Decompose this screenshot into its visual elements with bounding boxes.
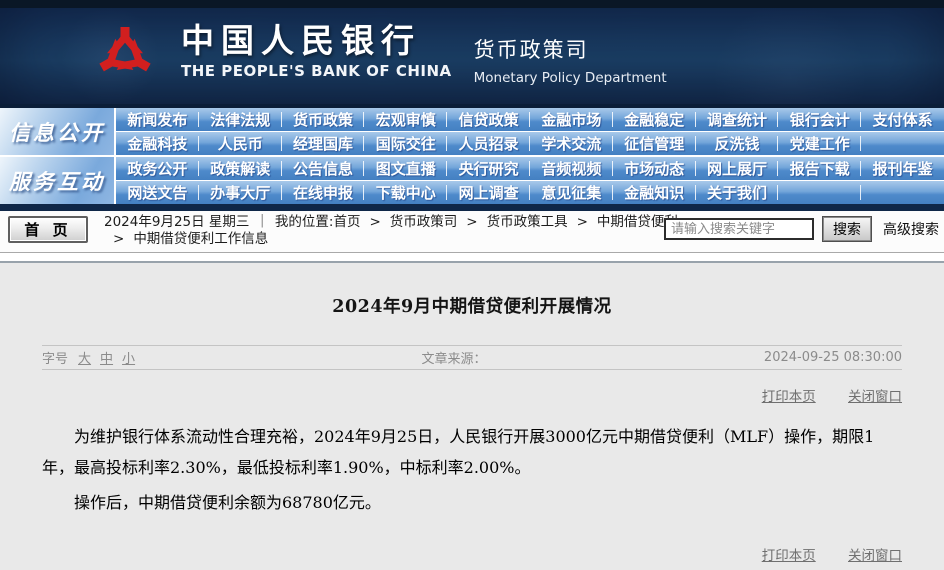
department-name-cn: 货币政策司 (474, 34, 667, 64)
article-actions-top: 打印本页 关闭窗口 (42, 385, 902, 402)
nav-item[interactable]: 音频视频 (530, 157, 613, 180)
nav-item[interactable]: 法律法规 (199, 108, 282, 131)
pboc-logo-icon (95, 22, 155, 86)
nav-item[interactable]: 报刊年鉴 (861, 157, 944, 180)
article-body: 为维护银行体系流动性合理充裕，2024年9月25日，人民银行开展3000亿元中期… (42, 421, 902, 518)
nav-item[interactable]: 货币政策 (282, 108, 365, 131)
breadcrumb-item[interactable]: 货币政策司 (390, 214, 458, 230)
nav-item[interactable]: 政务公开 (116, 157, 199, 180)
breadcrumb-item[interactable]: 货币政策工具 (487, 214, 568, 230)
bank-name-cn: 中国人民银行 (181, 22, 452, 60)
nav-item[interactable]: 公告信息 (282, 157, 365, 180)
breadcrumb-date: 2024年9月25日 星期三 (104, 214, 249, 230)
breadcrumb-arrow: > (113, 231, 124, 247)
print-link[interactable]: 打印本页 (762, 548, 816, 564)
nav-item[interactable]: 银行会计 (778, 108, 861, 131)
breadcrumb: 2024年9月25日 星期三 ｜ 我的位置:首页 > 货币政策司 > 货币政策工具 > 中期借贷… (104, 214, 684, 248)
nav-section-info-disclosure: 信息公开 新闻发布法律法规货币政策宏观审慎信贷政策金融市场金融稳定调查统计银行会… (0, 108, 944, 155)
page-title: 2024年9月中期借贷便利开展情况 (42, 293, 902, 318)
font-size-medium[interactable]: 中 (100, 348, 113, 367)
nav-item[interactable]: 经理国库 (282, 132, 365, 155)
article-source-label: 文章来源： (144, 348, 764, 367)
advanced-search-link[interactable]: 高级搜索 (883, 219, 939, 239)
home-button[interactable]: 首 页 (8, 216, 88, 243)
nav-item[interactable]: 人民币 (199, 132, 282, 155)
font-size-controls: 字号 大 中 小 (42, 348, 144, 367)
nav-item[interactable]: 信贷政策 (447, 108, 530, 131)
nav-item[interactable]: 关于我们 (696, 181, 779, 204)
search-area: 搜索 高级搜索 (664, 217, 939, 241)
nav-row: 金融科技人民币经理国库国际交往人员招录学术交流征信管理反洗钱党建工作 (116, 132, 944, 155)
nav-item[interactable]: 金融稳定 (613, 108, 696, 131)
breadcrumb-arrow: > (577, 214, 588, 230)
article-paragraph: 操作后，中期借贷便利余额为68780亿元。 (42, 487, 902, 518)
nav-item[interactable]: 市场动态 (613, 157, 696, 180)
font-size-large[interactable]: 大 (78, 348, 91, 367)
close-window-link[interactable]: 关闭窗口 (848, 389, 902, 405)
nav-item-empty (778, 181, 861, 204)
nav-item[interactable]: 支付体系 (861, 108, 944, 131)
nav-item-empty (861, 181, 944, 204)
article-datetime: 2024-09-25 08:30:00 (764, 350, 902, 365)
font-size-small[interactable]: 小 (122, 348, 135, 367)
print-link[interactable]: 打印本页 (762, 389, 816, 405)
search-input[interactable] (664, 218, 814, 240)
nav-row: 政务公开政策解读公告信息图文直播央行研究音频视频市场动态网上展厅报告下载报刊年鉴 (116, 157, 944, 180)
nav-item[interactable]: 网上调查 (447, 181, 530, 204)
nav-row: 新闻发布法律法规货币政策宏观审慎信贷政策金融市场金融稳定调查统计银行会计支付体系 (116, 108, 944, 131)
top-dark-strip (0, 0, 944, 8)
nav-item[interactable]: 网送文告 (116, 181, 199, 204)
article-paragraph: 为维护银行体系流动性合理充裕，2024年9月25日，人民银行开展3000亿元中期… (42, 421, 902, 483)
nav-item[interactable]: 政策解读 (199, 157, 282, 180)
breadcrumb-item: 中期借贷便利工作信息 (133, 231, 268, 247)
header: 中国人民银行 THE PEOPLE'S BANK OF CHINA 货币政策司 … (0, 8, 944, 104)
nav-item[interactable]: 央行研究 (447, 157, 530, 180)
main-navigation: 信息公开 新闻发布法律法规货币政策宏观审慎信贷政策金融市场金融稳定调查统计银行会… (0, 104, 944, 211)
nav-section-label-info[interactable]: 信息公开 (0, 108, 114, 155)
department-name-en: Monetary Policy Department (474, 70, 667, 86)
nav-section-service-interaction: 服务互动 政务公开政策解读公告信息图文直播央行研究音频视频市场动态网上展厅报告下… (0, 157, 944, 204)
font-size-label: 字号 (42, 348, 68, 367)
breadcrumb-location: 我的位置:首页 (275, 214, 361, 230)
nav-item[interactable]: 金融知识 (613, 181, 696, 204)
bank-name-en: THE PEOPLE'S BANK OF CHINA (181, 62, 452, 80)
nav-item[interactable]: 意见征集 (530, 181, 613, 204)
nav-item[interactable]: 人员招录 (447, 132, 530, 155)
nav-item[interactable]: 办事大厅 (199, 181, 282, 204)
nav-item[interactable]: 图文直播 (364, 157, 447, 180)
article-meta-row: 字号 大 中 小 文章来源： 2024-09-25 08:30:00 (42, 345, 902, 370)
nav-item[interactable]: 在线申报 (282, 181, 365, 204)
nav-item[interactable]: 宏观审慎 (364, 108, 447, 131)
nav-item[interactable]: 学术交流 (530, 132, 613, 155)
nav-item[interactable]: 金融市场 (530, 108, 613, 131)
nav-item[interactable]: 国际交往 (364, 132, 447, 155)
article-content: 2024年9月中期借贷便利开展情况 字号 大 中 小 文章来源： 2024-09… (0, 261, 944, 570)
bank-title-block: 中国人民银行 THE PEOPLE'S BANK OF CHINA (181, 22, 452, 80)
nav-item[interactable]: 金融科技 (116, 132, 199, 155)
nav-row: 网送文告办事大厅在线申报下载中心网上调查意见征集金融知识关于我们 (116, 181, 944, 204)
nav-item[interactable]: 网上展厅 (696, 157, 779, 180)
nav-item[interactable]: 调查统计 (696, 108, 779, 131)
nav-item-empty (861, 132, 944, 155)
nav-item[interactable]: 反洗钱 (696, 132, 779, 155)
search-button[interactable]: 搜索 (823, 217, 871, 241)
page: 中国人民银行 THE PEOPLE'S BANK OF CHINA 货币政策司 … (0, 0, 944, 570)
nav-item[interactable]: 征信管理 (613, 132, 696, 155)
breadcrumb-arrow: > (369, 214, 380, 230)
department-block: 货币政策司 Monetary Policy Department (474, 22, 667, 86)
nav-item[interactable]: 新闻发布 (116, 108, 199, 131)
nav-section-label-service[interactable]: 服务互动 (0, 157, 114, 204)
nav-item[interactable]: 党建工作 (778, 132, 861, 155)
breadcrumb-arrow: > (466, 214, 477, 230)
article-actions-bottom: 打印本页 关闭窗口 (42, 544, 902, 561)
nav-item[interactable]: 报告下载 (778, 157, 861, 180)
nav-item[interactable]: 下载中心 (364, 181, 447, 204)
close-window-link[interactable]: 关闭窗口 (848, 548, 902, 564)
breadcrumb-bar: 首 页 2024年9月25日 星期三 ｜ 我的位置:首页 > 货币政策司 > 货币政策工具 >… (0, 211, 944, 253)
breadcrumb-separator: ｜ (255, 214, 269, 230)
